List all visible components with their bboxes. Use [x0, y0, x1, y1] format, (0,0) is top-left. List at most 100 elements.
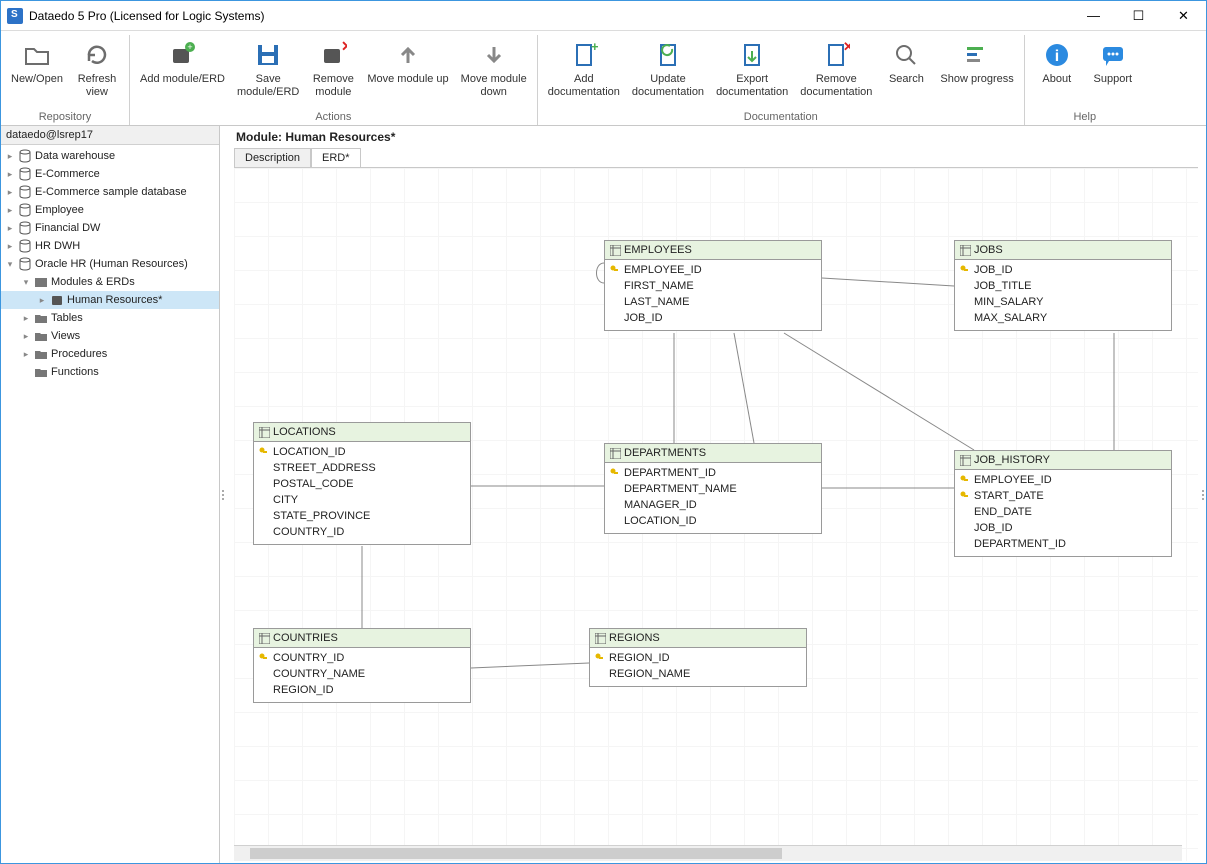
expand-icon[interactable]: ▸	[21, 313, 31, 324]
svg-text:+: +	[188, 42, 193, 52]
folder-icon	[34, 311, 48, 325]
search-button[interactable]: Search	[878, 35, 934, 111]
arrow-up-icon	[392, 39, 424, 71]
folder-icon	[34, 347, 48, 361]
entity-body: EMPLOYEE_IDFIRST_NAMELAST_NAMEJOB_ID	[605, 260, 821, 330]
entity-jobs[interactable]: JOBSJOB_IDJOB_TITLEMIN_SALARYMAX_SALARY	[954, 240, 1172, 331]
tree-item[interactable]: ▸HR DWH	[1, 237, 219, 255]
tree-item-label: Human Resources*	[67, 294, 162, 306]
key-icon	[259, 653, 269, 664]
ribbon-button-label: Move moduledown	[461, 73, 527, 99]
expand-icon[interactable]: ▸	[5, 223, 15, 234]
refresh-view-button[interactable]: Refreshview	[69, 35, 125, 111]
column-name: EMPLOYEE_ID	[974, 474, 1052, 486]
svg-text:✕: ✕	[341, 41, 347, 54]
tree-item[interactable]: ▸ E-Commerce	[1, 165, 219, 183]
tab-erd[interactable]: ERD*	[311, 148, 361, 168]
tree-item-label: Functions	[51, 366, 99, 378]
entity-countries[interactable]: COUNTRIESCOUNTRY_IDCOUNTRY_NAMEREGION_ID	[253, 628, 471, 703]
remove-doc-button[interactable]: ✕Removedocumentation	[794, 35, 878, 111]
expand-icon[interactable]: ▾	[5, 259, 15, 270]
support-button[interactable]: Support	[1085, 35, 1141, 111]
tree-item[interactable]: ▸ Human Resources*	[1, 291, 219, 309]
about-button[interactable]: i About	[1029, 35, 1085, 111]
puzzle-add-icon: +	[166, 39, 198, 71]
expand-icon[interactable]: ▸	[37, 295, 47, 306]
entity-column: COUNTRY_NAME	[259, 666, 465, 682]
svg-text:i: i	[1055, 48, 1059, 65]
add-doc-button[interactable]: +Adddocumentation	[542, 35, 626, 111]
ribbon-button-label: Show progress	[940, 73, 1013, 86]
entity-column: START_DATE	[960, 488, 1166, 504]
tree-item[interactable]: ▸Tables	[1, 309, 219, 327]
expand-icon[interactable]: ▸	[21, 349, 31, 360]
column-name: STREET_ADDRESS	[273, 462, 376, 474]
export-doc-button[interactable]: Exportdocumentation	[710, 35, 794, 111]
column-name: DEPARTMENT_ID	[974, 538, 1066, 550]
entity-column: EMPLOYEE_ID	[960, 472, 1166, 488]
db-icon	[18, 203, 32, 217]
update-doc-button[interactable]: Updatedocumentation	[626, 35, 710, 111]
tree-item[interactable]: ▸Views	[1, 327, 219, 345]
entity-header: COUNTRIES	[254, 629, 470, 648]
tree-item-label: E-Commerce sample database	[35, 186, 187, 198]
column-name: DEPARTMENT_ID	[624, 467, 716, 479]
entity-job_history[interactable]: JOB_HISTORYEMPLOYEE_IDSTART_DATEEND_DATE…	[954, 450, 1172, 557]
entity-departments[interactable]: DEPARTMENTSDEPARTMENT_IDDEPARTMENT_NAMEM…	[604, 443, 822, 534]
repository-tree[interactable]: ▸Data warehouse▸E-Commerce▸E-Commerce sa…	[1, 145, 219, 863]
tree-item-label: E-Commerce	[35, 168, 100, 180]
folder-icon	[21, 39, 53, 71]
expand-icon[interactable]: ▸	[5, 151, 15, 162]
tree-item[interactable]: ▸Data warehouse	[1, 147, 219, 165]
expand-icon[interactable]: ▾	[21, 277, 31, 288]
tree-item[interactable]: Functions	[1, 363, 219, 381]
remove-module-button[interactable]: ✕Removemodule	[305, 35, 361, 111]
app-logo-icon	[7, 8, 23, 24]
ribbon-group: i About SupportHelp	[1025, 35, 1145, 125]
column-name: LAST_NAME	[624, 296, 689, 308]
move-down-button[interactable]: Move moduledown	[455, 35, 533, 111]
key-icon	[960, 265, 970, 276]
expand-icon[interactable]: ▸	[5, 241, 15, 252]
expand-icon[interactable]: ▸	[5, 205, 15, 216]
entity-locations[interactable]: LOCATIONSLOCATION_IDSTREET_ADDRESSPOSTAL…	[253, 422, 471, 545]
puzzle-icon	[50, 293, 64, 307]
entity-column: POSTAL_CODE	[259, 476, 465, 492]
maximize-button[interactable]: ☐	[1116, 1, 1161, 30]
expand-icon[interactable]: ▸	[5, 169, 15, 180]
ribbon-group-label: Help	[1029, 111, 1141, 125]
ribbon-button-label: About	[1042, 73, 1071, 86]
svg-text:+: +	[591, 41, 598, 54]
expand-icon[interactable]: ▸	[5, 187, 15, 198]
column-name: POSTAL_CODE	[273, 478, 354, 490]
ribbon-button-label: Exportdocumentation	[716, 73, 788, 99]
add-module-button[interactable]: + Add module/ERD	[134, 35, 231, 111]
tree-item[interactable]: ▾Modules & ERDs	[1, 273, 219, 291]
column-name: COUNTRY_ID	[273, 526, 344, 538]
show-progress-button[interactable]: Show progress	[934, 35, 1019, 111]
entity-header: JOB_HISTORY	[955, 451, 1171, 470]
tree-item[interactable]: ▸ E-Commerce sample database	[1, 183, 219, 201]
arrow-down-icon	[478, 39, 510, 71]
tree-item[interactable]: ▸Employee	[1, 201, 219, 219]
tree-item[interactable]: ▸Procedures	[1, 345, 219, 363]
entity-regions[interactable]: REGIONSREGION_IDREGION_NAME	[589, 628, 807, 687]
tab-description[interactable]: Description	[234, 148, 311, 168]
tree-item[interactable]: ▸Financial DW	[1, 219, 219, 237]
expand-icon[interactable]: ▸	[21, 331, 31, 342]
entity-column: REGION_ID	[259, 682, 465, 698]
move-up-button[interactable]: Move module up	[361, 35, 454, 111]
erd-canvas[interactable]: EMPLOYEESEMPLOYEE_IDFIRST_NAMELAST_NAMEJ…	[234, 168, 1198, 861]
new-open-button[interactable]: New/Open	[5, 35, 69, 111]
content-area: Module: Human Resources* DescriptionERD*…	[226, 126, 1200, 863]
module-tabs: DescriptionERD*	[226, 147, 1200, 167]
doc-refresh-icon	[652, 39, 684, 71]
save-module-button[interactable]: Savemodule/ERD	[231, 35, 305, 111]
minimize-button[interactable]: —	[1071, 1, 1116, 30]
ribbon-button-label: Add module/ERD	[140, 73, 225, 86]
close-button[interactable]: ✕	[1161, 1, 1206, 30]
horizontal-scrollbar[interactable]	[234, 845, 1182, 861]
splitter-right[interactable]	[1200, 126, 1206, 863]
tree-item[interactable]: ▾Oracle HR (Human Resources)	[1, 255, 219, 273]
entity-employees[interactable]: EMPLOYEESEMPLOYEE_IDFIRST_NAMELAST_NAMEJ…	[604, 240, 822, 331]
